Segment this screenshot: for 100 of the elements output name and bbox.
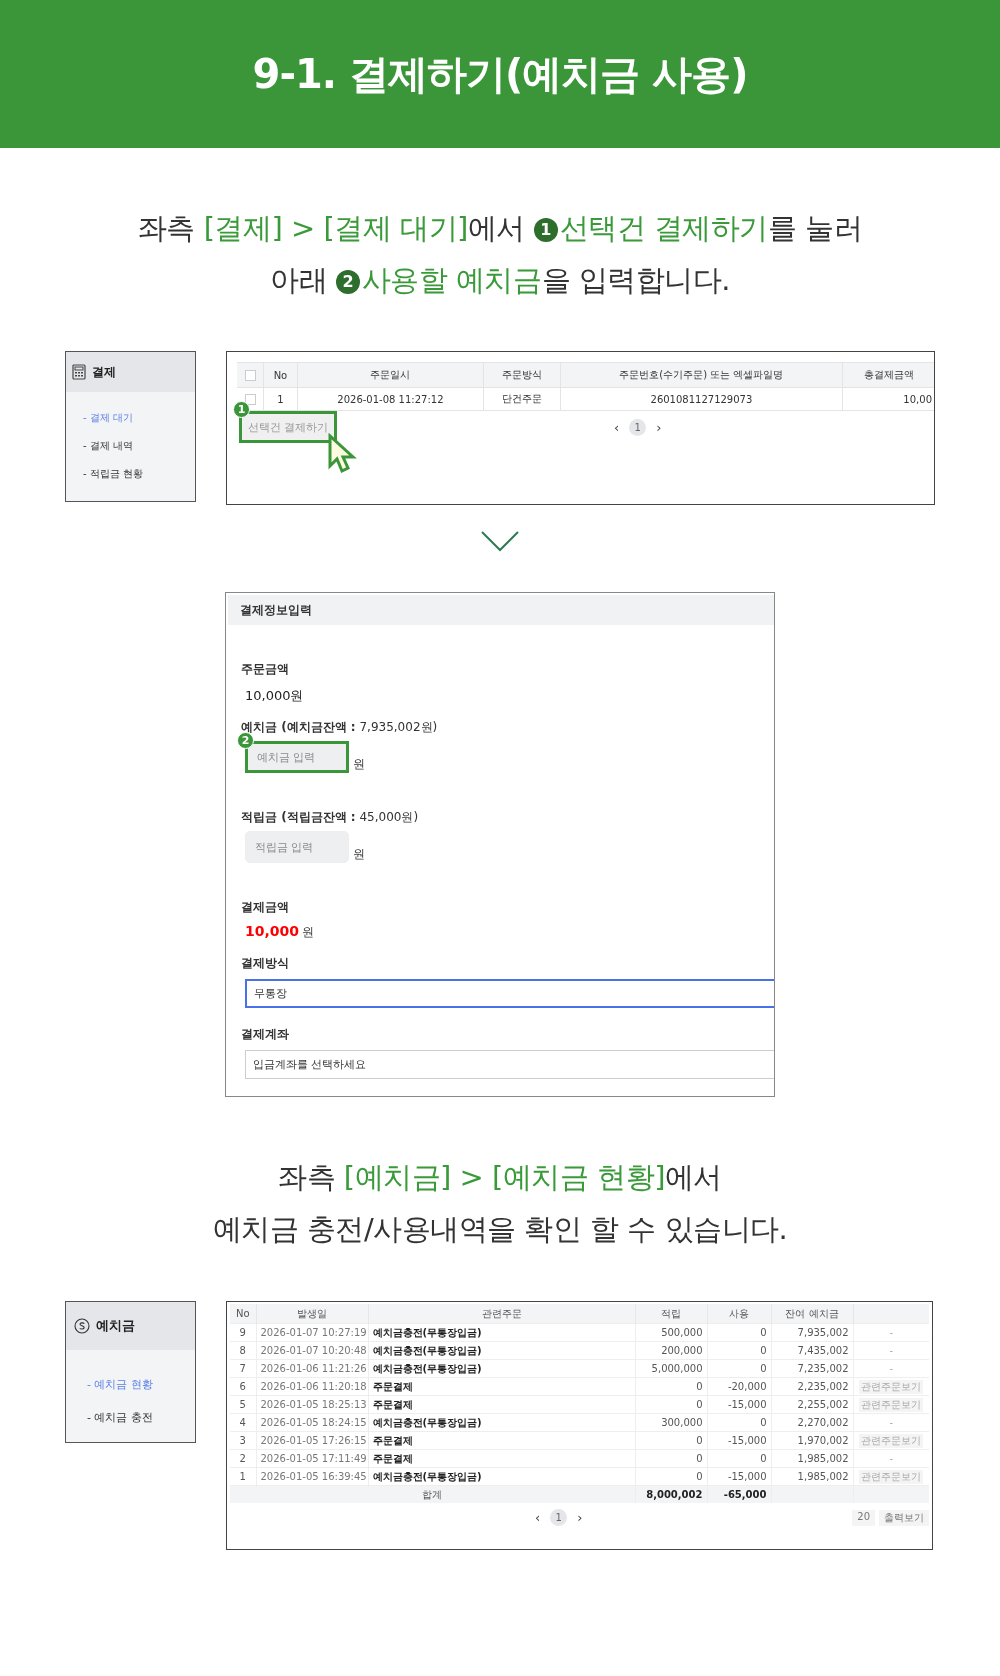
column-header: 관련주문: [368, 1304, 635, 1324]
field-label: 결제금액: [241, 899, 290, 915]
table-cell: 7: [230, 1359, 256, 1378]
table-cell: 예치금충전(무통장입금): [368, 1323, 635, 1342]
table-cell: 2026-01-05 18:25:13: [256, 1395, 368, 1414]
field-label: 주문금액: [241, 661, 290, 677]
column-header: 총결제금액: [842, 362, 934, 388]
table-cell: 7,435,002: [771, 1341, 853, 1360]
unit-label: 원: [302, 924, 315, 941]
table-cell: 1,970,002: [771, 1431, 853, 1450]
table-cell: 8: [230, 1341, 256, 1360]
sidebar-item[interactable]: - 예치금 충전: [87, 1401, 195, 1434]
table-cell: 10,00: [842, 387, 934, 411]
table-cell: -: [889, 1363, 894, 1374]
total-label: 합계: [230, 1485, 635, 1503]
column-header: 적립: [635, 1304, 707, 1324]
table-cell: -15,000: [707, 1431, 771, 1450]
table-cell: -: [889, 1453, 894, 1464]
calculator-icon: [72, 364, 86, 380]
export-button[interactable]: 출력보기: [879, 1509, 929, 1526]
checkbox[interactable]: [244, 393, 256, 405]
step-badge: 2: [237, 732, 254, 749]
coin-icon: [74, 1318, 90, 1334]
table-cell: 2,235,002: [771, 1377, 853, 1396]
column-header: No: [230, 1304, 256, 1324]
table-cell: 예치금충전(무통장입금): [368, 1341, 635, 1360]
table-cell: -20,000: [707, 1377, 771, 1396]
sidebar-item[interactable]: - 예치금 현황: [87, 1368, 195, 1401]
table-cell: 300,000: [635, 1413, 707, 1432]
table-cell: 3: [230, 1431, 256, 1450]
instruction-text: 좌측 [결제] > [결제 대기]에서 1 선택건 결제하기 를 눌러: [136, 210, 864, 247]
table-cell: 주문결제: [368, 1449, 635, 1468]
page-size-select[interactable]: 20: [852, 1509, 875, 1526]
checkbox[interactable]: [244, 369, 256, 381]
select-field[interactable]: 무통장: [245, 979, 774, 1008]
table-cell: 0: [635, 1377, 707, 1396]
sidebar-title: 예치금: [96, 1317, 135, 1335]
unit-label: 원: [353, 756, 365, 773]
table-cell: 예치금충전(무통장입금): [368, 1359, 635, 1378]
table-cell: 4: [230, 1413, 256, 1432]
sidebar-title: 결제: [92, 363, 116, 381]
total-cell: -65,000: [707, 1485, 771, 1503]
sidebar-item[interactable]: - 결제 내역: [83, 432, 195, 460]
chevron-down-icon: [480, 529, 520, 553]
table-cell: 6: [230, 1377, 256, 1396]
column-header: 주문일시: [297, 362, 484, 388]
column-header: 발생일: [256, 1304, 368, 1324]
table-cell: 5: [230, 1395, 256, 1414]
table-cell: 0: [707, 1341, 771, 1360]
field-label: 결제방식: [241, 955, 290, 971]
field-label: 적립금 (적립금잔액 : 45,000원): [241, 809, 420, 825]
table-cell: 2026-01-08 11:27:12: [297, 387, 484, 411]
table-cell: 0: [635, 1395, 707, 1414]
select-field[interactable]: 입금계좌를 선택하세요: [245, 1050, 774, 1079]
table-cell: 2026-01-05 18:24:15: [256, 1413, 368, 1432]
payment-amount: 10,000: [245, 923, 300, 939]
page-button[interactable]: 1: [550, 1509, 568, 1526]
table-cell: 7,235,002: [771, 1359, 853, 1378]
table-cell: 7,935,002: [771, 1323, 853, 1342]
table-cell: 2026-01-07 10:27:19: [256, 1323, 368, 1342]
column-header: 주문방식: [483, 362, 561, 388]
field-label: 결제계좌: [241, 1026, 290, 1042]
table-cell: 2026-01-05 17:26:15: [256, 1431, 368, 1450]
table-cell: 2,255,002: [771, 1395, 853, 1414]
table-cell: 2,270,002: [771, 1413, 853, 1432]
next-page-button[interactable]: ›: [656, 420, 662, 435]
table-cell: 2026-01-07 10:20:48: [256, 1341, 368, 1360]
form-title: 결제정보입력: [240, 601, 312, 619]
table-cell: 예치금충전(무통장입금): [368, 1413, 635, 1432]
instruction-text: 아래 2 사용할 예치금을 입력합니다.: [269, 262, 731, 299]
column-header: No: [263, 362, 298, 388]
table-cell: -: [889, 1417, 894, 1428]
table-cell: -: [889, 1327, 894, 1338]
table-cell: 9: [230, 1323, 256, 1342]
column-header: 주문번호(수기주문) 또는 엑셀파일명: [560, 362, 843, 388]
next-page-button[interactable]: ›: [577, 1510, 583, 1525]
table-cell: 2026-01-06 11:20:18: [256, 1377, 368, 1396]
table-cell: 주문결제: [368, 1431, 635, 1450]
sidebar-item[interactable]: - 결제 대기: [83, 404, 195, 432]
previous-page-button[interactable]: ‹: [535, 1510, 541, 1525]
sidebar-item[interactable]: - 적립금 현황: [83, 460, 195, 488]
table-cell: 주문결제: [368, 1377, 635, 1396]
table-cell: 2601081127129073: [560, 387, 843, 411]
page-title: 9-1. 결제하기(예치금 사용): [252, 49, 748, 99]
table-cell: 0: [707, 1449, 771, 1468]
table-cell: 5,000,000: [635, 1359, 707, 1378]
page-button[interactable]: 1: [629, 419, 647, 436]
previous-page-button[interactable]: ‹: [614, 420, 620, 435]
column-header: 사용: [707, 1304, 771, 1324]
table-cell: 2026-01-05 17:11:49: [256, 1449, 368, 1468]
table-cell: 주문결제: [368, 1395, 635, 1414]
amount-value: 10,000원: [244, 687, 305, 705]
field-label: 예치금 (예치금잔액 : 7,935,002원): [241, 719, 439, 735]
table-cell: 0: [635, 1431, 707, 1450]
table-cell: 0: [707, 1413, 771, 1432]
table-cell: 0: [635, 1449, 707, 1468]
table-cell: -: [889, 1345, 894, 1356]
table-cell: 1: [263, 387, 298, 411]
instruction-text: 예치금 충전/사용내역을 확인 할 수 있습니다.: [211, 1211, 789, 1248]
table-cell: 0: [707, 1323, 771, 1342]
